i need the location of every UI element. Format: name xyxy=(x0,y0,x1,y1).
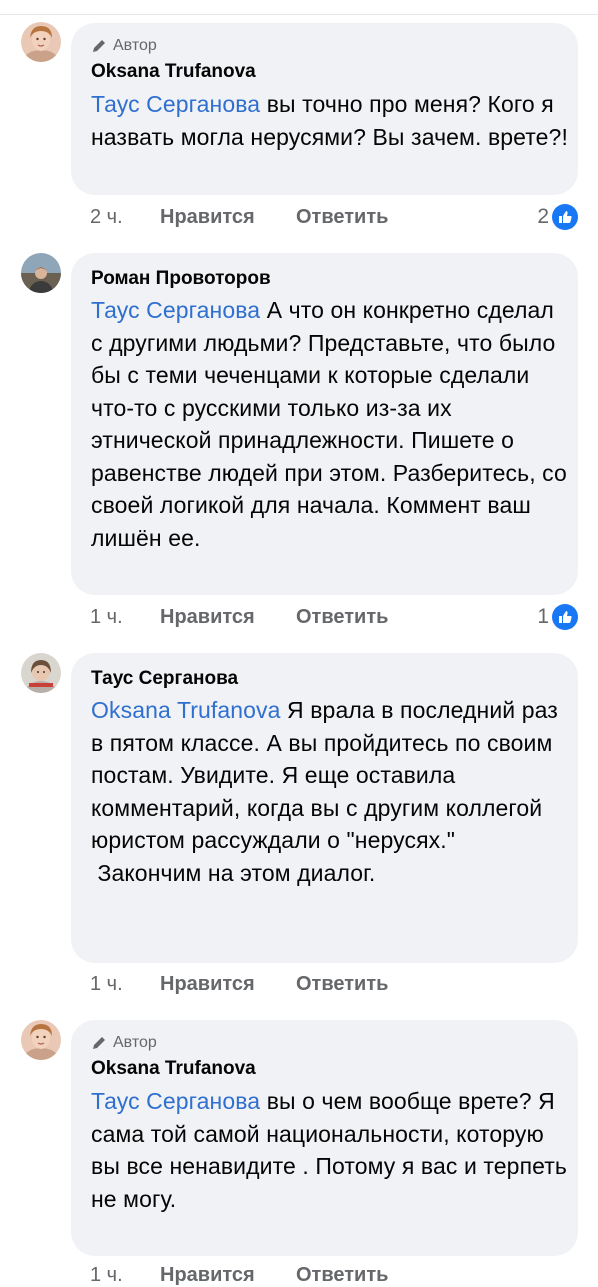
comment-author[interactable]: Oksana Trufanova xyxy=(91,61,256,83)
reaction-count[interactable]: 2 xyxy=(537,204,578,230)
reply-button[interactable]: Ответить xyxy=(296,973,388,996)
mention-link[interactable]: Oksana Trufanova xyxy=(91,697,281,723)
comment-actions: 2 ч. Нравится Ответить xyxy=(90,206,388,229)
comment-time[interactable]: 2 ч. xyxy=(90,206,160,229)
author-badge: Автор xyxy=(91,1034,157,1052)
comment-author[interactable]: Таус Серганова xyxy=(91,668,238,690)
comment-text: Таус Серганова А что он конкретно сделал… xyxy=(91,294,568,554)
pencil-icon xyxy=(93,1037,105,1049)
comment-time[interactable]: 1 ч. xyxy=(90,606,160,629)
reaction-count[interactable]: 1 xyxy=(537,604,578,630)
comment-author[interactable]: Oksana Trufanova xyxy=(91,1058,256,1080)
comment-bubble: Автор Oksana Trufanova Таус Серганова вы… xyxy=(71,23,578,195)
comment-time[interactable]: 1 ч. xyxy=(90,1264,160,1287)
comment-text: Таус Серганова вы точно про меня? Кого я… xyxy=(91,88,568,153)
comment-body: Я врала в последний раз в пятом классе. … xyxy=(91,697,558,886)
comment-time[interactable]: 1 ч. xyxy=(90,973,160,996)
like-button[interactable]: Нравится xyxy=(160,1264,296,1287)
comment-author[interactable]: Роман Провоторов xyxy=(91,268,271,290)
comment-actions: 1 ч. Нравится Ответить xyxy=(90,973,388,996)
avatar-taus[interactable] xyxy=(21,653,61,693)
comment-text: Oksana Trufanova Я врала в последний раз… xyxy=(91,694,568,889)
thumbs-up-icon xyxy=(552,604,578,630)
reaction-number: 1 xyxy=(537,605,549,628)
thumbs-up-icon xyxy=(552,204,578,230)
pencil-icon xyxy=(93,40,105,52)
reply-button[interactable]: Ответить xyxy=(296,206,388,229)
mention-link[interactable]: Таус Серганова xyxy=(91,91,260,117)
comment-bubble: Таус Серганова Oksana Trufanova Я врала … xyxy=(71,653,578,963)
comment-actions: 1 ч. Нравится Ответить xyxy=(90,1264,388,1287)
like-button[interactable]: Нравится xyxy=(160,206,296,229)
author-badge-label: Автор xyxy=(113,37,157,54)
comment-body: А что он конкретно сделал с другими людь… xyxy=(91,297,574,551)
top-divider xyxy=(0,14,598,15)
comment-actions: 1 ч. Нравится Ответить xyxy=(90,606,388,629)
mention-link[interactable]: Таус Серганова xyxy=(91,1088,260,1114)
avatar-oksana[interactable] xyxy=(21,22,61,62)
comment-bubble: Автор Oksana Trufanova Таус Серганова вы… xyxy=(71,1020,578,1256)
reaction-number: 2 xyxy=(537,205,549,228)
avatar-roman[interactable] xyxy=(21,253,61,293)
avatar-oksana[interactable] xyxy=(21,1020,61,1060)
comment-text: Таус Серганова вы о чем вообще врете? Я … xyxy=(91,1085,568,1215)
comment-bubble: Роман Провоторов Таус Серганова А что он… xyxy=(71,253,578,595)
like-button[interactable]: Нравится xyxy=(160,606,296,629)
author-badge: Автор xyxy=(91,37,157,55)
reply-button[interactable]: Ответить xyxy=(296,1264,388,1287)
like-button[interactable]: Нравится xyxy=(160,973,296,996)
reply-button[interactable]: Ответить xyxy=(296,606,388,629)
author-badge-label: Автор xyxy=(113,1034,157,1051)
mention-link[interactable]: Таус Серганова xyxy=(91,297,260,323)
